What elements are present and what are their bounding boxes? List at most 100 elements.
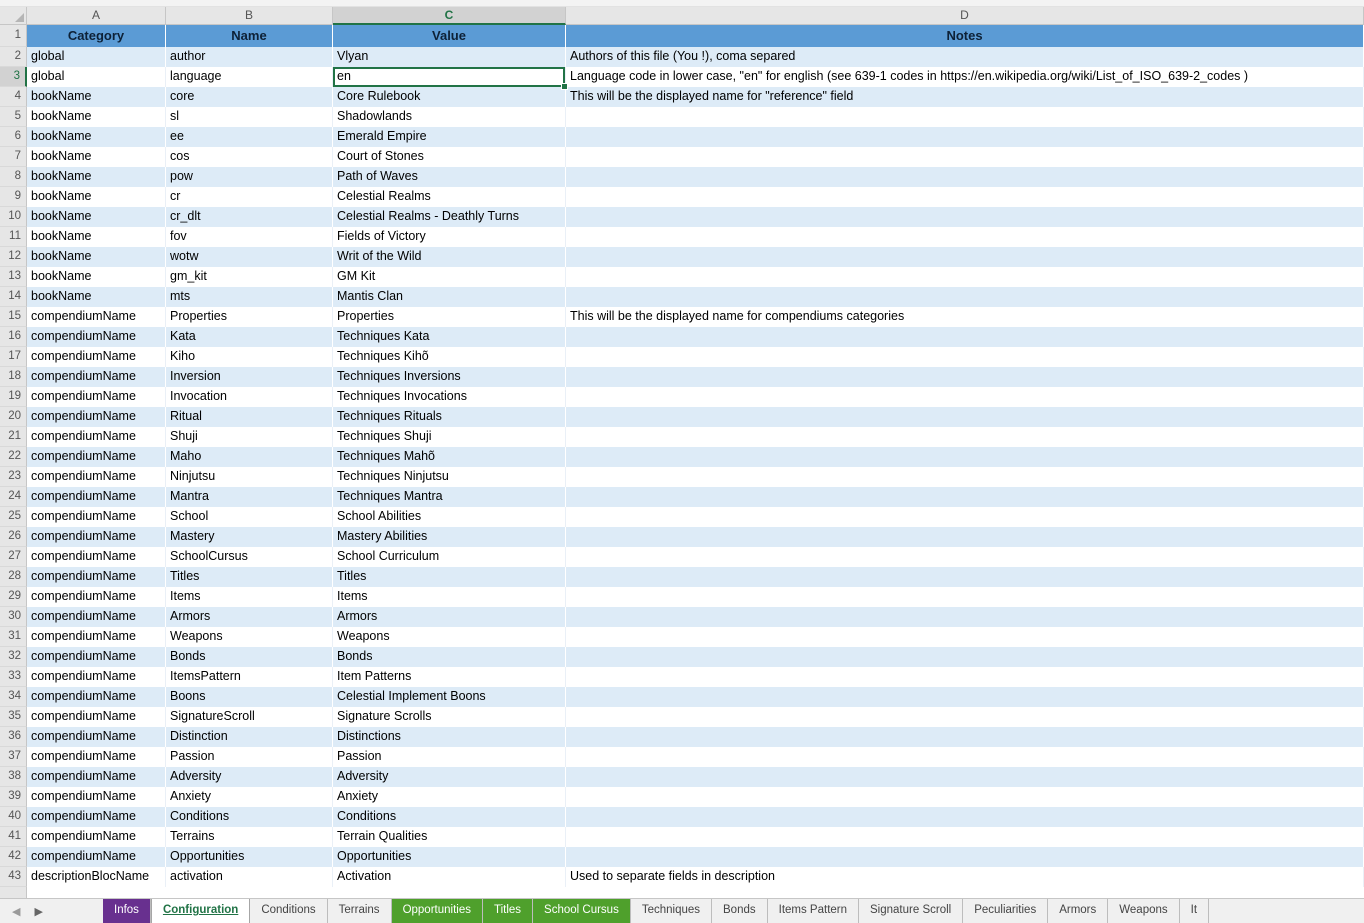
row-header-19[interactable]: 19	[0, 387, 27, 407]
cell-A26[interactable]: compendiumName	[27, 527, 166, 547]
row-header-33[interactable]: 33	[0, 667, 27, 687]
cell-D23[interactable]	[566, 467, 1364, 487]
cell-A37[interactable]: compendiumName	[27, 747, 166, 767]
cell-C37[interactable]: Passion	[333, 747, 566, 767]
cell-C15[interactable]: Properties	[333, 307, 566, 327]
cell-A22[interactable]: compendiumName	[27, 447, 166, 467]
cell-B13[interactable]: gm_kit	[166, 267, 333, 287]
cell-C23[interactable]: Techniques Ninjutsu	[333, 467, 566, 487]
cell-C6[interactable]: Emerald Empire	[333, 127, 566, 147]
row-header-6[interactable]: 6	[0, 127, 27, 147]
column-header-D[interactable]: D	[566, 7, 1364, 25]
row-header-27[interactable]: 27	[0, 547, 27, 567]
header-cell-A1[interactable]: Category	[27, 25, 166, 47]
row-header-14[interactable]: 14	[0, 287, 27, 307]
cell-B27[interactable]: SchoolCursus	[166, 547, 333, 567]
cell-C35[interactable]: Signature Scrolls	[333, 707, 566, 727]
cell-D5[interactable]	[566, 107, 1364, 127]
cell-C31[interactable]: Weapons	[333, 627, 566, 647]
prev-sheet-arrow-icon[interactable]: ◀	[12, 905, 20, 918]
row-header-30[interactable]: 30	[0, 607, 27, 627]
sheet-tab-conditions[interactable]: Conditions	[250, 899, 327, 923]
cell-B28[interactable]: Titles	[166, 567, 333, 587]
cell-B33[interactable]: ItemsPattern	[166, 667, 333, 687]
cell-C39[interactable]: Anxiety	[333, 787, 566, 807]
cell-A28[interactable]: compendiumName	[27, 567, 166, 587]
header-cell-B1[interactable]: Name	[166, 25, 333, 47]
cell-C41[interactable]: Terrain Qualities	[333, 827, 566, 847]
cell-B32[interactable]: Bonds	[166, 647, 333, 667]
cell-A13[interactable]: bookName	[27, 267, 166, 287]
cell-D8[interactable]	[566, 167, 1364, 187]
cell-A19[interactable]: compendiumName	[27, 387, 166, 407]
cell-D26[interactable]	[566, 527, 1364, 547]
cell-B39[interactable]: Anxiety	[166, 787, 333, 807]
row-header-26[interactable]: 26	[0, 527, 27, 547]
cell-A24[interactable]: compendiumName	[27, 487, 166, 507]
row-header-29[interactable]: 29	[0, 587, 27, 607]
cell-C17[interactable]: Techniques Kihõ	[333, 347, 566, 367]
cell-B40[interactable]: Conditions	[166, 807, 333, 827]
cell-D27[interactable]	[566, 547, 1364, 567]
cell-D19[interactable]	[566, 387, 1364, 407]
cell-B24[interactable]: Mantra	[166, 487, 333, 507]
cell-A30[interactable]: compendiumName	[27, 607, 166, 627]
cell-B19[interactable]: Invocation	[166, 387, 333, 407]
row-header-23[interactable]: 23	[0, 467, 27, 487]
cell-C13[interactable]: GM Kit	[333, 267, 566, 287]
cell-B5[interactable]: sl	[166, 107, 333, 127]
cell-A2[interactable]: global	[27, 47, 166, 67]
sheet-tab-techniques[interactable]: Techniques	[631, 899, 712, 923]
row-header-8[interactable]: 8	[0, 167, 27, 187]
row-header-7[interactable]: 7	[0, 147, 27, 167]
cell-A27[interactable]: compendiumName	[27, 547, 166, 567]
cell-A20[interactable]: compendiumName	[27, 407, 166, 427]
cell-D31[interactable]	[566, 627, 1364, 647]
cell-C14[interactable]: Mantis Clan	[333, 287, 566, 307]
sheet-tab-bonds[interactable]: Bonds	[712, 899, 768, 923]
cell-D36[interactable]	[566, 727, 1364, 747]
cell-D10[interactable]	[566, 207, 1364, 227]
cell-A23[interactable]: compendiumName	[27, 467, 166, 487]
cell-A34[interactable]: compendiumName	[27, 687, 166, 707]
cell-B21[interactable]: Shuji	[166, 427, 333, 447]
cell-A32[interactable]: compendiumName	[27, 647, 166, 667]
cell-D40[interactable]	[566, 807, 1364, 827]
cell-A14[interactable]: bookName	[27, 287, 166, 307]
row-header-32[interactable]: 32	[0, 647, 27, 667]
cell-B6[interactable]: ee	[166, 127, 333, 147]
row-header-17[interactable]: 17	[0, 347, 27, 367]
cell-B7[interactable]: cos	[166, 147, 333, 167]
cell-D38[interactable]	[566, 767, 1364, 787]
cell-B36[interactable]: Distinction	[166, 727, 333, 747]
cell-A18[interactable]: compendiumName	[27, 367, 166, 387]
row-header-42[interactable]: 42	[0, 847, 27, 867]
row-header-21[interactable]: 21	[0, 427, 27, 447]
row-header-4[interactable]: 4	[0, 87, 27, 107]
cell-A36[interactable]: compendiumName	[27, 727, 166, 747]
row-header-28[interactable]: 28	[0, 567, 27, 587]
sheet-tab-configuration[interactable]: Configuration	[151, 899, 250, 923]
sheet-tab-opportunities[interactable]: Opportunities	[392, 899, 483, 923]
cell-D21[interactable]	[566, 427, 1364, 447]
cell-D29[interactable]	[566, 587, 1364, 607]
cell-B18[interactable]: Inversion	[166, 367, 333, 387]
cell-B38[interactable]: Adversity	[166, 767, 333, 787]
cell-C38[interactable]: Adversity	[333, 767, 566, 787]
cell-C12[interactable]: Writ of the Wild	[333, 247, 566, 267]
cell-C36[interactable]: Distinctions	[333, 727, 566, 747]
row-header-40[interactable]: 40	[0, 807, 27, 827]
cell-B11[interactable]: fov	[166, 227, 333, 247]
cell-A41[interactable]: compendiumName	[27, 827, 166, 847]
sheet-tab-terrains[interactable]: Terrains	[328, 899, 392, 923]
row-header-1[interactable]: 1	[0, 25, 27, 47]
cell-A9[interactable]: bookName	[27, 187, 166, 207]
sheet-tab-peculiarities[interactable]: Peculiarities	[963, 899, 1048, 923]
cell-D34[interactable]	[566, 687, 1364, 707]
row-header-43[interactable]: 43	[0, 867, 27, 887]
cell-C25[interactable]: School Abilities	[333, 507, 566, 527]
cell-B31[interactable]: Weapons	[166, 627, 333, 647]
next-sheet-arrow-icon[interactable]: ▶	[34, 905, 42, 918]
cell-B42[interactable]: Opportunities	[166, 847, 333, 867]
cell-B43[interactable]: activation	[166, 867, 333, 887]
